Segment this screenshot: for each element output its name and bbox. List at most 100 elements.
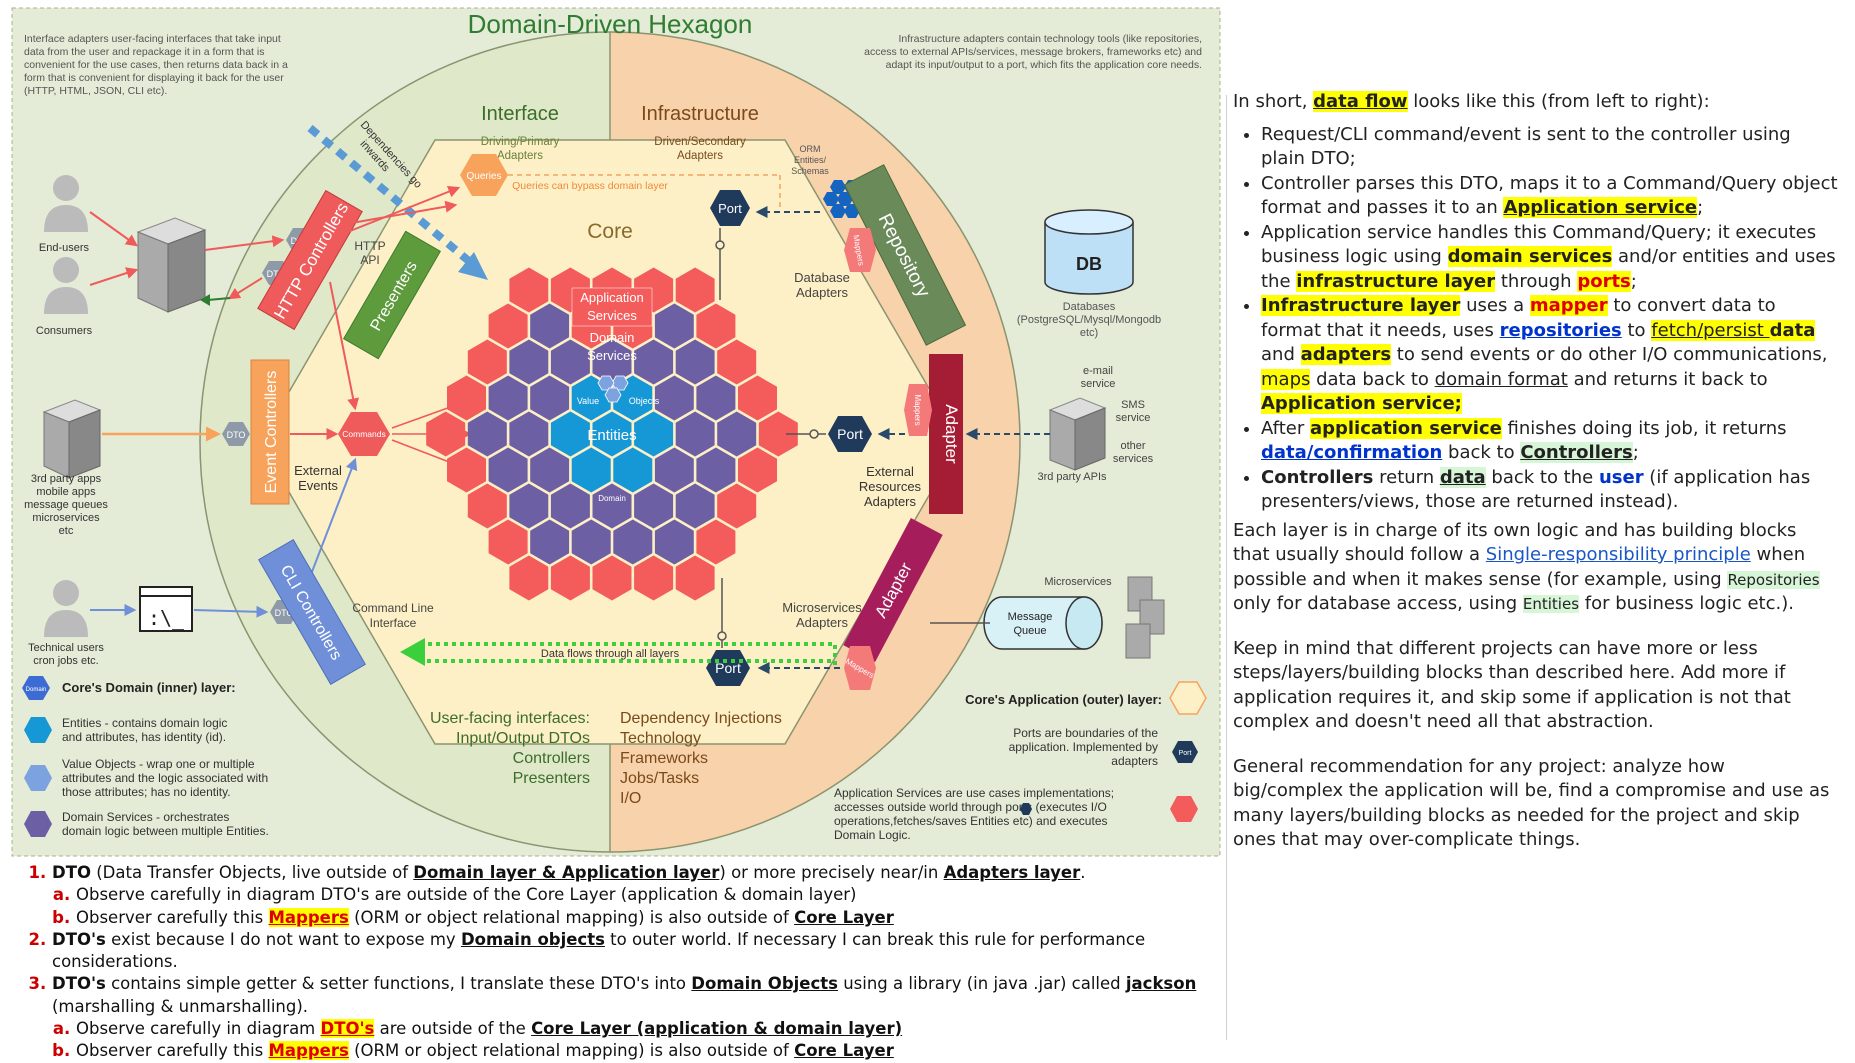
svg-text:operations,fetches/saves Entit: operations,fetches/saves Entities etc) a…: [834, 814, 1108, 828]
end-users-label: End-users: [39, 242, 90, 254]
terminal-icon: :\_: [139, 586, 193, 632]
third-party-server-icon: [42, 399, 102, 479]
svg-text:Services: Services: [587, 308, 637, 323]
svg-text:Mappers: Mappers: [913, 394, 922, 425]
ddd-hexagon-diagram: Domain-Driven Hexagon Interface adapters…: [11, 7, 1221, 857]
svg-text:Adapters: Adapters: [864, 494, 917, 509]
domain-label: Domain: [598, 494, 626, 503]
svg-text:Frameworks: Frameworks: [620, 750, 708, 767]
svg-text:service: service: [1116, 412, 1151, 424]
svg-text:microservices: microservices: [32, 512, 100, 524]
svg-text:Port: Port: [1179, 750, 1192, 757]
core-app-layer-label: Core's Application (outer) layer:: [965, 692, 1162, 707]
svg-text:Port: Port: [837, 426, 863, 442]
svg-text:form that is convenient for di: form that is convenient for displaying i…: [24, 72, 284, 84]
external-resources-label: External Resources Adapters: [859, 464, 922, 509]
svg-text:cron jobs etc.: cron jobs etc.: [33, 655, 98, 667]
svg-text:Interface adapters user-facing: Interface adapters user-facing interface…: [24, 33, 281, 45]
svg-text:and attributes, has identity (: and attributes, has identity (id).: [62, 730, 226, 744]
list-item: Request/CLI command/event is sent to the…: [1261, 123, 1838, 172]
third-party-api-server-icon: [1048, 397, 1107, 471]
svg-text:User-facing interfaces:: User-facing interfaces:: [430, 710, 590, 727]
svg-text:3rd party APIs: 3rd party APIs: [1037, 471, 1107, 483]
note-subitem: Observe carefully in diagram DTO's are o…: [76, 1018, 1210, 1040]
svg-text:attributes and the logic assoc: attributes and the logic associated with: [62, 771, 268, 785]
technical-users-label: Technical users cron jobs etc.: [28, 642, 104, 667]
svg-text:convenient for the use cases,: convenient for the use cases, then retur…: [24, 59, 288, 71]
svg-text:message queues: message queues: [24, 499, 108, 511]
bottom-notes: DTO (Data Transfer Objects, live outside…: [30, 862, 1210, 1063]
svg-text:DTO: DTO: [227, 430, 246, 440]
svg-text:mobile apps: mobile apps: [36, 486, 96, 498]
consumers-label: Consumers: [36, 325, 93, 337]
svg-text:Events: Events: [298, 478, 338, 493]
svg-text:Adapter: Adapter: [942, 404, 961, 464]
core-domain-layer-label: Core's Domain (inner) layer:: [62, 680, 236, 695]
svg-text:Objects: Objects: [629, 396, 660, 406]
svg-text:e-mail: e-mail: [1083, 365, 1113, 377]
external-events-label: External: [294, 463, 342, 478]
svg-text:3rd party apps: 3rd party apps: [31, 473, 102, 485]
legend-entities: Entities - contains domain logic: [62, 716, 227, 730]
http-api-label: HTTP: [354, 239, 385, 253]
svg-text:Services: Services: [587, 348, 637, 363]
svg-text:Message: Message: [1008, 611, 1053, 623]
svg-text:Domain: Domain: [26, 687, 47, 693]
svg-text:Port: Port: [718, 201, 742, 216]
svg-text:Queries: Queries: [466, 171, 501, 182]
driven-adapters-label: Driven/Secondary: [654, 136, 746, 148]
list-item: Infrastructure layer uses a mapper to co…: [1261, 294, 1838, 417]
microservices-label: Microservices: [1044, 576, 1112, 588]
mappers-bottom: Mappers: [844, 646, 876, 690]
microservices-adapters-label: Microservices: [782, 600, 862, 615]
core-label: Core: [587, 220, 633, 243]
paragraph-projects: Keep in mind that different projects can…: [1233, 637, 1791, 733]
svg-text:Domain Logic.: Domain Logic.: [834, 828, 911, 842]
svg-text:Adapters: Adapters: [677, 150, 723, 162]
svg-text:Jobs/Tasks: Jobs/Tasks: [620, 770, 699, 787]
svg-text:Event Controllers: Event Controllers: [263, 371, 280, 494]
svg-text:Infrastructure adapters contai: Infrastructure adapters contain technolo…: [899, 33, 1203, 45]
paragraph-recommendation: General recommendation for any project: …: [1233, 755, 1830, 851]
diagram-title: Domain-Driven Hexagon: [468, 9, 753, 39]
note-item: DTO (Data Transfer Objects, live outside…: [52, 862, 1210, 929]
svg-text:Commands: Commands: [342, 429, 385, 439]
queries-bypass-label: Queries can bypass domain layer: [512, 180, 668, 192]
svg-text:domain logic between multiple: domain logic between multiple Entities.: [62, 824, 269, 838]
data-flows-label: Data flows through all layers: [541, 648, 680, 660]
svg-text:other: other: [1120, 440, 1145, 452]
panel-divider: [1226, 95, 1227, 1040]
svg-text:Queue: Queue: [1013, 625, 1046, 637]
svg-text:Technical users: Technical users: [28, 642, 104, 654]
svg-text:(HTTP, HTML, JSON, CLI etc).: (HTTP, HTML, JSON, CLI etc).: [24, 85, 167, 97]
svg-text:External: External: [866, 464, 914, 479]
note-subitem: Observer carefully this Mappers (ORM or …: [76, 907, 1210, 929]
svg-text:Ports are boundaries of the: Ports are boundaries of the: [1013, 726, 1158, 740]
svg-text:service: service: [1081, 378, 1116, 390]
svg-text:data from the user and repacka: data from the user and repackage it in a…: [24, 46, 264, 58]
svg-text::\_: :\_: [148, 606, 185, 630]
database-adapters-label: Database: [794, 270, 850, 285]
svg-text:I/O: I/O: [620, 790, 641, 807]
svg-text:Technology: Technology: [620, 730, 701, 747]
srp-link[interactable]: Single-responsibility principle: [1486, 544, 1751, 565]
svg-text:adapt its input/output to a po: adapt its input/output to a port, which …: [886, 59, 1202, 71]
svg-text:etc): etc): [1080, 327, 1098, 339]
svg-text:API: API: [360, 253, 379, 267]
svg-text:access to external APIs/servic: access to external APIs/services, messag…: [864, 46, 1202, 58]
interface-label: Interface: [481, 103, 559, 125]
note-item: DTO's exist because I do not want to exp…: [52, 929, 1210, 974]
driving-adapters-label: Driving/Primary: [481, 136, 560, 148]
svg-text:Adapters: Adapters: [796, 615, 849, 630]
svg-text:(PostgreSQL/Mysql/Mongodb: (PostgreSQL/Mysql/Mongodb: [1017, 314, 1161, 326]
command-line-label: Command Line: [352, 601, 434, 615]
svg-text:adapters: adapters: [1111, 754, 1158, 768]
svg-text:Port: Port: [715, 660, 741, 676]
legend-domain-services: Domain Services - orchestrates: [62, 810, 229, 824]
note-item: DTO's contains simple getter & setter fu…: [52, 973, 1210, 1062]
list-item: Controllers return data back to the user…: [1261, 466, 1838, 515]
svg-text:Entities/: Entities/: [794, 155, 827, 165]
infrastructure-label: Infrastructure: [641, 103, 759, 125]
svg-text:Dependency Injections: Dependency Injections: [620, 710, 782, 727]
svg-text:Interface: Interface: [370, 616, 417, 630]
